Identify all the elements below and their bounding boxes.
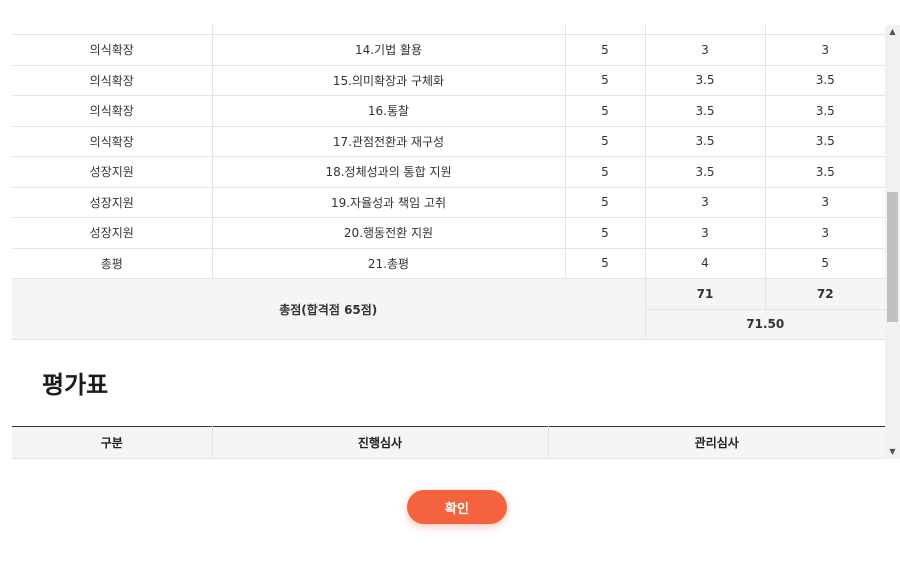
scroll-content: 의식확장 14.기법 활용 5 3 3 의식확장 15.의미확장과 구체화 5 3.5 3.5 의식… [12, 25, 885, 459]
item-cell: 17.관점전환과 재구성 [212, 126, 566, 157]
item-cell: 14.기법 활용 [212, 34, 566, 66]
score-1-cell: 3 [645, 34, 766, 66]
scrollbar-thumb[interactable] [887, 192, 898, 322]
item-cell: 16.통찰 [212, 95, 566, 127]
score-2-cell: 5 [765, 248, 885, 279]
category-cell: 의식확장 [12, 126, 213, 157]
total-label: 총점(합격점 65점) [12, 278, 646, 340]
score-1-cell: 3 [645, 187, 766, 218]
total-score-1: 71 [645, 278, 766, 310]
header-category: 구분 [12, 426, 213, 459]
item-cell: 15.의미확장과 구체화 [212, 65, 566, 96]
max-score-cell: 5 [565, 187, 646, 218]
score-2-cell: 3.5 [765, 156, 885, 188]
score-2-cell: 3 [765, 34, 885, 66]
category-cell: 성장지원 [12, 156, 213, 188]
category-cell: 성장지원 [12, 187, 213, 218]
score-2-cell: 3.5 [765, 126, 885, 157]
vertical-scrollbar[interactable]: ▲ ▼ [885, 25, 900, 459]
score-1-cell: 4 [645, 248, 766, 279]
max-score-cell: 5 [565, 217, 646, 249]
max-score-cell: 5 [565, 34, 646, 66]
table-row: 의식확장 16.통찰 5 3.5 3.5 [12, 95, 885, 127]
category-cell: 의식확장 [12, 95, 213, 127]
max-score-cell: 5 [565, 126, 646, 157]
section-title: 평가표 [42, 371, 109, 399]
max-score-cell: 5 [565, 248, 646, 279]
table-row: 의식확장 14.기법 활용 5 3 3 [12, 34, 885, 66]
item-cell: 18.정체성과의 통합 지원 [212, 156, 566, 188]
header-progress-review: 진행심사 [212, 426, 549, 459]
score-1-cell: 3.5 [645, 95, 766, 127]
scroll-down-arrow-icon[interactable]: ▼ [885, 445, 900, 459]
confirm-button[interactable]: 확인 [407, 490, 507, 524]
score-2-cell: 3.5 [765, 95, 885, 127]
category-cell: 의식확장 [12, 65, 213, 96]
eval-header-row: 구분 진행심사 관리심사 [12, 426, 885, 459]
average-score: 71.50 [645, 309, 885, 340]
total-row: 총점(합격점 65점) 71 72 [12, 278, 885, 340]
max-score-cell: 5 [565, 95, 646, 127]
scroll-up-arrow-icon[interactable]: ▲ [885, 25, 900, 39]
score-1-cell: 3.5 [645, 126, 766, 157]
table-row-partial [12, 25, 885, 35]
table-row: 총평 21.총평 5 4 5 [12, 248, 885, 279]
score-table: 의식확장 14.기법 활용 5 3 3 의식확장 15.의미확장과 구체화 5 3.5 3.5 의식… [12, 25, 885, 340]
table-row: 성장지원 18.정체성과의 통합 지원 5 3.5 3.5 [12, 156, 885, 188]
total-score-2: 72 [765, 278, 885, 310]
score-1-cell: 3.5 [645, 156, 766, 188]
max-score-cell: 5 [565, 65, 646, 96]
item-cell: 21.총평 [212, 248, 566, 279]
table-row: 성장지원 19.자율성과 책임 고취 5 3 3 [12, 187, 885, 218]
score-2-cell: 3 [765, 217, 885, 249]
item-cell: 19.자율성과 책임 고취 [212, 187, 566, 218]
eval-table: 구분 진행심사 관리심사 [12, 426, 885, 459]
table-row: 의식확장 17.관점전환과 재구성 5 3.5 3.5 [12, 126, 885, 157]
category-cell: 의식확장 [12, 34, 213, 66]
category-cell: 성장지원 [12, 217, 213, 249]
score-1-cell: 3.5 [645, 65, 766, 96]
max-score-cell: 5 [565, 156, 646, 188]
score-1-cell: 3 [645, 217, 766, 249]
table-row: 의식확장 15.의미확장과 구체화 5 3.5 3.5 [12, 65, 885, 96]
header-management-review: 관리심사 [548, 426, 885, 459]
table-row: 성장지원 20.행동전환 지원 5 3 3 [12, 217, 885, 249]
category-cell: 총평 [12, 248, 213, 279]
score-2-cell: 3.5 [765, 65, 885, 96]
score-2-cell: 3 [765, 187, 885, 218]
item-cell: 20.행동전환 지원 [212, 217, 566, 249]
